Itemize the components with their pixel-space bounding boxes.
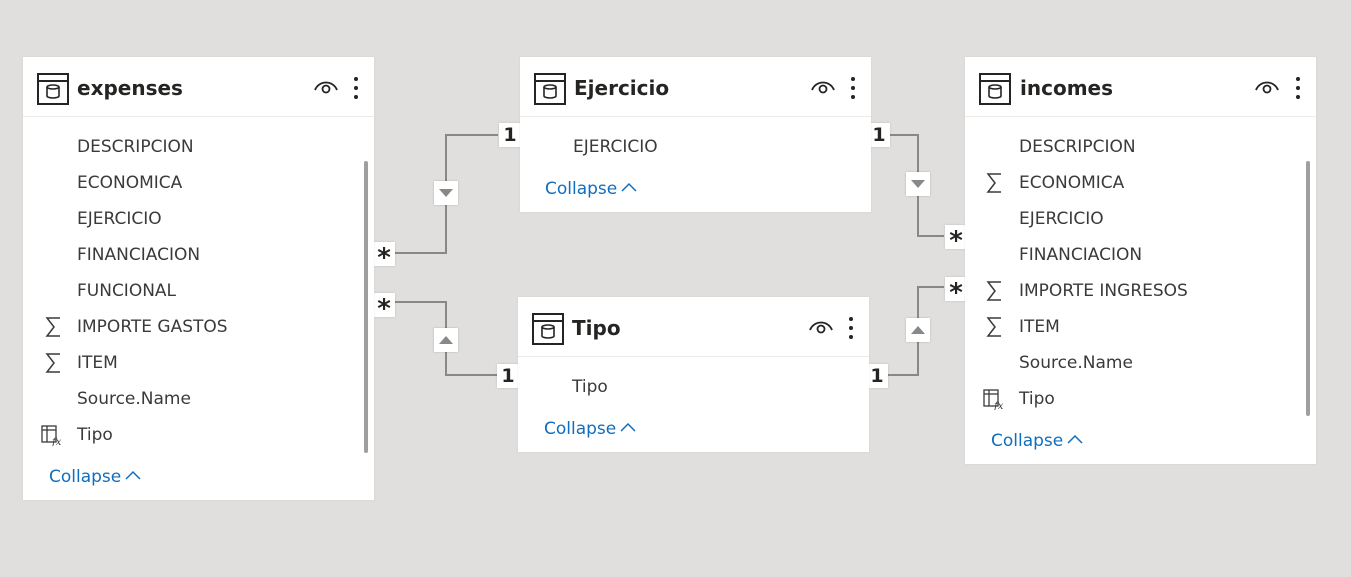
filter-direction-up-button[interactable]	[434, 328, 458, 352]
triangle-up-icon	[911, 326, 925, 334]
card-header[interactable]: Ejercicio	[520, 57, 871, 117]
collapse-link[interactable]: Collapse	[545, 178, 637, 200]
cardinality-many-expenses-ejercicio[interactable]: *	[373, 242, 395, 266]
field-item[interactable]: DESCRIPCION	[77, 136, 194, 158]
field-item[interactable]: FINANCIACION	[1019, 244, 1142, 266]
more-options-icon[interactable]	[848, 75, 858, 101]
field-item[interactable]: Source.Name	[1019, 352, 1133, 374]
collapse-label: Collapse	[544, 419, 617, 439]
triangle-down-icon	[911, 180, 925, 188]
table-title: Ejercicio	[574, 76, 670, 100]
table-title: Tipo	[572, 316, 621, 340]
field-item[interactable]: Tipo	[77, 424, 113, 446]
more-options-icon[interactable]	[351, 75, 361, 101]
sigma-icon	[986, 281, 1001, 301]
filter-direction-down-button[interactable]	[434, 181, 458, 205]
table-title: incomes	[1020, 76, 1113, 100]
table-title: expenses	[77, 76, 183, 100]
scrollbar[interactable]	[364, 161, 368, 453]
calculated-column-icon: fx	[983, 389, 1004, 410]
field-item[interactable]: ITEM	[77, 352, 118, 374]
table-icon	[37, 73, 69, 105]
sigma-icon	[986, 317, 1001, 337]
svg-text:fx: fx	[51, 437, 62, 446]
filter-direction-up-button[interactable]	[906, 318, 930, 342]
card-header[interactable]: Tipo	[518, 297, 869, 357]
triangle-up-icon	[439, 336, 453, 344]
cardinality-one-tipo-left[interactable]: 1	[497, 364, 519, 388]
field-item[interactable]: FINANCIACION	[77, 244, 200, 266]
table-card-incomes[interactable]: incomes DESCRIPCION ECONOMICA EJERCICIO …	[965, 57, 1316, 464]
field-item[interactable]: Tipo	[1019, 388, 1055, 410]
card-header[interactable]: expenses	[23, 57, 374, 117]
chevron-up-icon	[125, 470, 141, 480]
field-item[interactable]: Tipo	[572, 376, 608, 398]
field-item[interactable]: Source.Name	[77, 388, 191, 410]
eye-icon[interactable]	[1254, 77, 1280, 97]
scrollbar[interactable]	[1306, 161, 1310, 416]
field-item[interactable]: ECONOMICA	[1019, 172, 1124, 194]
collapse-link[interactable]: Collapse	[544, 418, 636, 440]
filter-direction-down-button[interactable]	[906, 172, 930, 196]
field-item[interactable]: ECONOMICA	[77, 172, 182, 194]
card-header[interactable]: incomes	[965, 57, 1316, 117]
calculated-column-icon: fx	[41, 425, 62, 446]
field-item[interactable]: EJERCICIO	[1019, 208, 1104, 230]
cardinality-many-expenses-tipo[interactable]: *	[373, 293, 395, 317]
sigma-icon	[986, 173, 1001, 193]
table-card-ejercicio[interactable]: Ejercicio EJERCICIO Collapse	[520, 57, 871, 212]
table-icon	[979, 73, 1011, 105]
field-item[interactable]: EJERCICIO	[573, 136, 658, 158]
collapse-label: Collapse	[545, 179, 618, 199]
cardinality-one-tipo-right[interactable]: 1	[866, 364, 888, 388]
collapse-link[interactable]: Collapse	[49, 466, 141, 488]
cardinality-many-incomes-ejercicio[interactable]: *	[945, 225, 967, 249]
cardinality-one-ejercicio-right[interactable]: 1	[868, 123, 890, 147]
more-options-icon[interactable]	[1293, 75, 1303, 101]
table-icon	[534, 73, 566, 105]
chevron-up-icon	[1067, 434, 1083, 444]
field-item[interactable]: DESCRIPCION	[1019, 136, 1136, 158]
field-item[interactable]: IMPORTE GASTOS	[77, 316, 228, 338]
field-item[interactable]: IMPORTE INGRESOS	[1019, 280, 1188, 302]
collapse-label: Collapse	[49, 467, 122, 487]
table-card-expenses[interactable]: expenses DESCRIPCION ECONOMICA EJERCICIO…	[23, 57, 374, 500]
eye-icon[interactable]	[313, 77, 339, 97]
svg-text:fx: fx	[993, 401, 1004, 410]
field-item[interactable]: FUNCIONAL	[77, 280, 176, 302]
collapse-link[interactable]: Collapse	[991, 430, 1083, 452]
eye-icon[interactable]	[810, 77, 836, 97]
eye-icon[interactable]	[808, 317, 834, 337]
triangle-down-icon	[439, 189, 453, 197]
sigma-icon	[45, 353, 60, 373]
cardinality-one-ejercicio-left[interactable]: 1	[499, 123, 521, 147]
table-card-tipo[interactable]: Tipo Tipo Collapse	[518, 297, 869, 452]
chevron-up-icon	[620, 422, 636, 432]
chevron-up-icon	[621, 182, 637, 192]
sigma-icon	[45, 317, 60, 337]
cardinality-many-incomes-tipo[interactable]: *	[945, 277, 967, 301]
field-item[interactable]: EJERCICIO	[77, 208, 162, 230]
table-icon	[532, 313, 564, 345]
collapse-label: Collapse	[991, 431, 1064, 451]
field-item[interactable]: ITEM	[1019, 316, 1060, 338]
more-options-icon[interactable]	[846, 315, 856, 341]
